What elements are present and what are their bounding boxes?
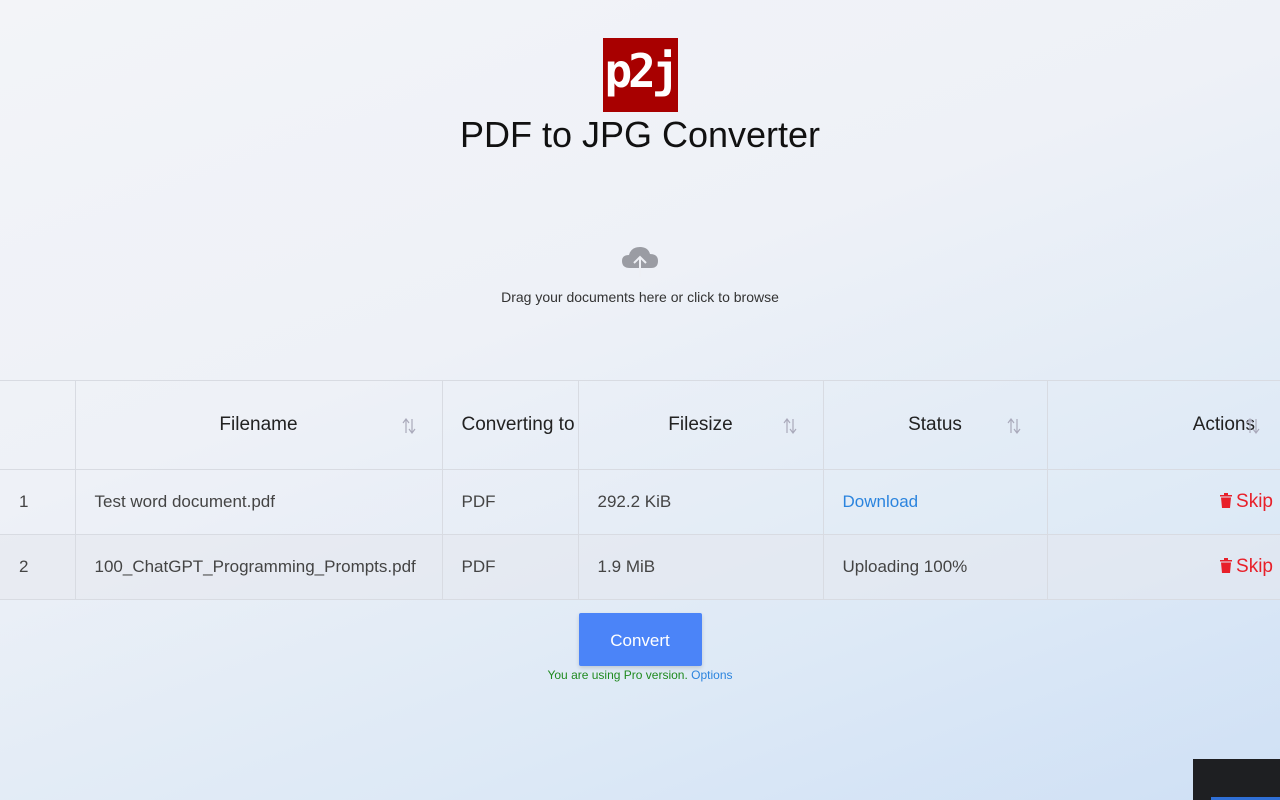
convert-section: Convert You are using Pro version. Optio…: [0, 613, 1280, 682]
page-title: PDF to JPG Converter: [459, 114, 821, 155]
pro-version-line: You are using Pro version. Options: [0, 668, 1280, 682]
corner-overlay: [1193, 759, 1280, 800]
skip-label: Skip: [1236, 556, 1273, 577]
column-header-status[interactable]: Status: [822, 380, 1048, 470]
convert-button[interactable]: Convert: [578, 613, 702, 666]
options-link[interactable]: Options: [691, 668, 732, 682]
row-filename: Test word document.pdf: [74, 469, 443, 535]
row-actions: Skip: [1046, 534, 1280, 600]
row-filename: 100_ChatGPT_Programming_Prompts.pdf: [74, 534, 443, 600]
row-index: 2: [0, 534, 76, 600]
files-table: Filename Converting to Filesize Status A…: [0, 380, 1280, 600]
row-filesize: 292.2 KiB: [577, 469, 824, 535]
file-drop-zone[interactable]: Drag your documents here or click to bro…: [0, 244, 1280, 305]
drop-zone-text: Drag your documents here or click to bro…: [501, 289, 779, 305]
trash-icon: [1220, 558, 1233, 573]
sort-icon[interactable]: [1246, 417, 1260, 435]
trash-icon: [1220, 493, 1233, 508]
row-filesize: 1.9 MiB: [577, 534, 824, 600]
sort-icon[interactable]: [1007, 417, 1021, 435]
row-index: 1: [0, 469, 76, 535]
row-converting-to: PDF: [441, 534, 579, 600]
row-status: Uploading 100%: [822, 534, 1048, 600]
column-header-converting-to: Converting to: [441, 380, 579, 470]
skip-button[interactable]: Skip: [1220, 491, 1273, 513]
column-header-filename-label: Filename: [219, 414, 298, 435]
row-converting-to: PDF: [441, 469, 579, 535]
download-link[interactable]: Download: [843, 492, 919, 511]
column-header-filename[interactable]: Filename: [74, 380, 443, 470]
column-header-filesize[interactable]: Filesize: [577, 380, 824, 470]
row-status: Download: [822, 469, 1048, 535]
table-row: 2 100_ChatGPT_Programming_Prompts.pdf PD…: [0, 534, 1280, 600]
column-header-status-label: Status: [908, 414, 962, 435]
logo-text: p2j: [604, 44, 679, 98]
row-actions: Skip: [1046, 469, 1280, 535]
skip-button[interactable]: Skip: [1220, 556, 1273, 578]
column-header-index: [0, 380, 76, 470]
sort-icon[interactable]: [783, 417, 797, 435]
skip-label: Skip: [1236, 491, 1273, 512]
header: p2j PDF to JPG Converter: [0, 38, 1280, 157]
cloud-upload-icon: [622, 247, 658, 277]
pro-version-text: You are using Pro version.: [547, 668, 688, 682]
column-header-actions[interactable]: Actions: [1046, 380, 1280, 470]
table-header-row: Filename Converting to Filesize Status A…: [0, 380, 1280, 470]
table-row: 1 Test word document.pdf PDF 292.2 KiB D…: [0, 469, 1280, 535]
app-logo: p2j: [602, 38, 680, 112]
column-header-filesize-label: Filesize: [668, 414, 733, 435]
sort-icon[interactable]: [402, 417, 416, 435]
